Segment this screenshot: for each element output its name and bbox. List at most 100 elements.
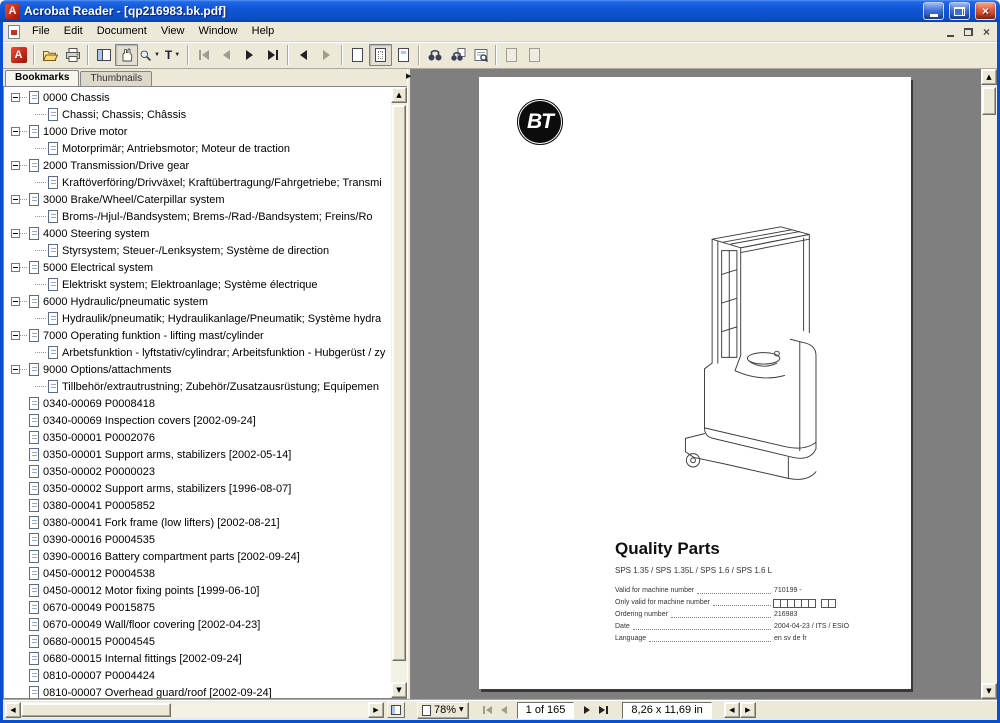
restore-button[interactable] xyxy=(949,2,970,20)
bookmark-item[interactable]: 0350-00001 P0002076 xyxy=(4,429,391,446)
scroll-down-button[interactable]: ▼ xyxy=(981,683,997,699)
fit-in-window-button[interactable] xyxy=(369,44,392,66)
collapse-icon[interactable] xyxy=(11,229,20,238)
menu-document[interactable]: Document xyxy=(90,23,154,40)
scroll-right-button[interactable]: ▶ xyxy=(368,702,384,718)
acrobat-logo-button[interactable]: A xyxy=(7,44,30,66)
minimize-button[interactable] xyxy=(923,2,944,20)
scroll-left-button[interactable]: ◀ xyxy=(724,702,740,718)
previous-view-button[interactable] xyxy=(292,44,315,66)
navigation-pane-menu-button[interactable] xyxy=(387,702,405,718)
document-vertical-scrollbar[interactable]: ▲ ▼ xyxy=(981,69,997,699)
scrollbar-track[interactable] xyxy=(21,702,368,718)
scrollbar-track[interactable] xyxy=(756,702,981,718)
menu-help[interactable]: Help xyxy=(245,23,282,40)
first-page-status-button[interactable] xyxy=(479,702,496,718)
bookmark-item[interactable]: Styrsystem; Steuer-/Lenksystem; Système … xyxy=(4,242,391,259)
bookmark-item[interactable]: 0810-00007 P0004424 xyxy=(4,667,391,684)
collapse-icon[interactable] xyxy=(11,365,20,374)
fit-width-button[interactable] xyxy=(392,44,415,66)
bookmark-item[interactable]: Tillbehör/extrautrustning; Zubehör/Zusat… xyxy=(4,378,391,395)
bookmark-item[interactable]: 2000 Transmission/Drive gear xyxy=(4,157,391,174)
scroll-right-button[interactable]: ▶ xyxy=(740,702,756,718)
find-button[interactable] xyxy=(423,44,446,66)
child-restore-button[interactable] xyxy=(960,24,977,39)
zoom-tool-button[interactable]: ▼ xyxy=(138,44,161,66)
last-page-status-button[interactable] xyxy=(595,702,612,718)
scrollbar-thumb[interactable] xyxy=(21,703,171,717)
bookmark-item[interactable]: 0810-00007 Overhead guard/roof [2002-09-… xyxy=(4,684,391,698)
bookmark-item[interactable]: 6000 Hydraulic/pneumatic system xyxy=(4,293,391,310)
scrollbar-thumb[interactable] xyxy=(392,105,406,661)
scroll-up-button[interactable]: ▲ xyxy=(981,69,997,85)
bookmark-item[interactable]: 0000 Chassis xyxy=(4,89,391,106)
search-button[interactable] xyxy=(446,44,469,66)
previous-page-button[interactable] xyxy=(215,44,238,66)
bookmark-item[interactable]: 0350-00001 Support arms, stabilizers [20… xyxy=(4,446,391,463)
child-close-button[interactable]: × xyxy=(978,24,995,39)
bookmark-item[interactable]: Motorprimär; Antriebsmotor; Moteur de tr… xyxy=(4,140,391,157)
pdf-page[interactable]: BT xyxy=(479,77,911,689)
tab-thumbnails[interactable]: Thumbnails xyxy=(80,71,152,86)
next-page-button[interactable] xyxy=(238,44,261,66)
last-page-button[interactable] xyxy=(261,44,284,66)
scroll-up-button[interactable]: ▲ xyxy=(391,87,407,103)
actual-size-button[interactable] xyxy=(346,44,369,66)
next-page-status-button[interactable] xyxy=(578,702,595,718)
collapse-icon[interactable] xyxy=(11,195,20,204)
bookmark-item[interactable]: 0390-00016 P0004535 xyxy=(4,531,391,548)
bookmark-item[interactable]: Elektriskt system; Elektroanlage; Systèm… xyxy=(4,276,391,293)
page-indicator[interactable]: 1 of 165 xyxy=(517,702,575,719)
collapse-icon[interactable] xyxy=(11,297,20,306)
menu-view[interactable]: View xyxy=(154,23,192,40)
bookmarks-vertical-scrollbar[interactable]: ▲ ▼ xyxy=(391,87,407,698)
bookmark-item[interactable]: 0670-00049 Wall/floor covering [2002-04-… xyxy=(4,616,391,633)
child-minimize-button[interactable] xyxy=(942,24,959,39)
next-view-button[interactable] xyxy=(315,44,338,66)
pdf-document-icon[interactable] xyxy=(8,25,20,39)
next-highlight-button[interactable] xyxy=(523,44,546,66)
document-canvas[interactable]: BT xyxy=(411,69,981,699)
bookmark-item[interactable]: 0380-00041 Fork frame (low lifters) [200… xyxy=(4,514,391,531)
bookmark-item[interactable]: 0350-00002 Support arms, stabilizers [19… xyxy=(4,480,391,497)
close-button[interactable]: × xyxy=(975,2,996,20)
collapse-icon[interactable] xyxy=(11,331,20,340)
collapse-icon[interactable] xyxy=(11,161,20,170)
previous-page-status-button[interactable] xyxy=(496,702,513,718)
zoom-tool-dropdown-arrow[interactable]: ▼ xyxy=(154,52,160,58)
menu-edit[interactable]: Edit xyxy=(57,23,90,40)
document-horizontal-scrollbar[interactable]: ◀ ▶ xyxy=(724,702,997,718)
previous-highlight-button[interactable] xyxy=(500,44,523,66)
zoom-control[interactable]: 78% ▼ xyxy=(417,702,469,719)
scrollbar-track[interactable] xyxy=(981,85,997,683)
bookmark-item[interactable]: 0340-00069 P0008418 xyxy=(4,395,391,412)
bookmark-item[interactable]: 0340-00069 Inspection covers [2002-09-24… xyxy=(4,412,391,429)
text-select-button[interactable]: T ▼ xyxy=(161,44,184,66)
bookmark-item[interactable]: 9000 Options/attachments xyxy=(4,361,391,378)
bookmark-item[interactable]: 0680-00015 P0004545 xyxy=(4,633,391,650)
first-page-button[interactable] xyxy=(192,44,215,66)
print-button[interactable] xyxy=(61,44,84,66)
bookmark-item[interactable]: 1000 Drive motor xyxy=(4,123,391,140)
collapse-icon[interactable] xyxy=(11,263,20,272)
search-results-button[interactable] xyxy=(469,44,492,66)
collapse-icon[interactable] xyxy=(11,93,20,102)
bookmark-item[interactable]: Hydraulik/pneumatik; Hydraulikanlage/Pne… xyxy=(4,310,391,327)
bookmark-item[interactable]: 7000 Operating funktion - lifting mast/c… xyxy=(4,327,391,344)
titlebar[interactable]: A Acrobat Reader - [qp216983.bk.pdf] × xyxy=(0,0,1000,22)
scrollbar-track[interactable] xyxy=(391,103,407,682)
zoom-dropdown-arrow[interactable]: ▼ xyxy=(459,707,464,713)
open-button[interactable] xyxy=(38,44,61,66)
bookmark-item[interactable]: 0450-00012 P0004538 xyxy=(4,565,391,582)
bookmark-item[interactable]: 0380-00041 P0005852 xyxy=(4,497,391,514)
bookmark-item[interactable]: Chassi; Chassis; Châssis xyxy=(4,106,391,123)
menu-window[interactable]: Window xyxy=(192,23,245,40)
menu-file[interactable]: File xyxy=(25,23,57,40)
bookmark-item[interactable]: Broms-/Hjul-/Bandsystem; Brems-/Rad-/Ban… xyxy=(4,208,391,225)
bookmarks-horizontal-scrollbar[interactable]: ◀ ▶ xyxy=(5,702,384,718)
bookmark-item[interactable]: 0390-00016 Battery compartment parts [20… xyxy=(4,548,391,565)
scroll-down-button[interactable]: ▼ xyxy=(391,682,407,698)
scroll-left-button[interactable]: ◀ xyxy=(5,702,21,718)
text-select-dropdown-arrow[interactable]: ▼ xyxy=(174,52,180,58)
tab-bookmarks[interactable]: Bookmarks xyxy=(5,70,79,86)
